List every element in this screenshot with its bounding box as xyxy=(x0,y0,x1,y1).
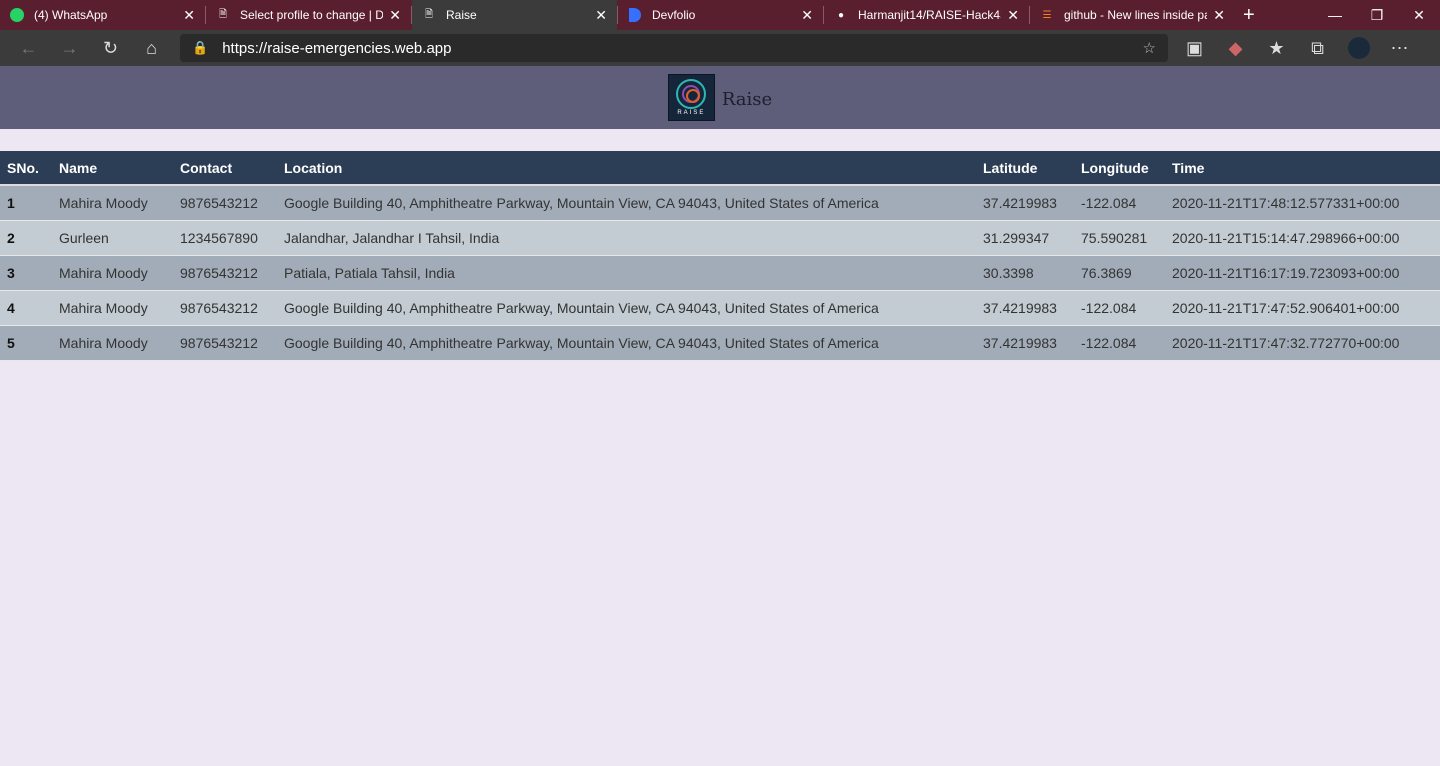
refresh-icon[interactable]: ↻ xyxy=(90,38,131,59)
table-cell-contact: 1234567890 xyxy=(173,220,277,256)
table-cell-time: 2020-11-21T17:47:52.906401+00:00 xyxy=(1165,290,1440,326)
table-cell-name: Mahira Moody xyxy=(52,255,173,291)
github-icon: ● xyxy=(837,9,845,21)
table-cell-time: 2020-11-21T15:14:47.298966+00:00 xyxy=(1165,220,1440,256)
brand-name: Raise xyxy=(721,89,773,110)
table-cell-location: Jalandhar, Jalandhar I Tahsil, India xyxy=(277,220,976,256)
table-cell-sno: 3 xyxy=(0,255,52,291)
table-cell-sno: 1 xyxy=(0,185,52,221)
table-cell-latitude: 31.299347 xyxy=(976,220,1074,256)
table-cell-location: Google Building 40, Amphitheatre Parkway… xyxy=(277,325,976,361)
more-icon[interactable]: ⋯ xyxy=(1379,38,1420,59)
table-cell-contact: 9876543212 xyxy=(173,325,277,361)
favorites-icon[interactable]: ★ xyxy=(1256,38,1297,59)
whatsapp-icon xyxy=(10,8,24,22)
table-cell-longitude: -122.084 xyxy=(1074,290,1165,326)
table-cell-time: 2020-11-21T17:47:32.772770+00:00 xyxy=(1165,325,1440,361)
column-header: Longitude xyxy=(1074,151,1165,186)
table-cell-name: Mahira Moody xyxy=(52,290,173,326)
column-header: Latitude xyxy=(976,151,1074,186)
browser-tab[interactable]: 🗎 Raise ✕ xyxy=(412,0,617,30)
raise-logo: RAISE xyxy=(667,74,715,121)
tab-title: Devfolio xyxy=(652,8,696,22)
browser-tab[interactable]: ● Harmanjit14/RAISE-Hack4Sh ✕ xyxy=(824,0,1029,30)
table-cell-contact: 9876543212 xyxy=(173,185,277,221)
table-cell-location: Patiala, Patiala Tahsil, India xyxy=(277,255,976,291)
column-header: SNo. xyxy=(0,151,52,186)
table-cell-latitude: 37.4219983 xyxy=(976,290,1074,326)
page-icon: 🗎 xyxy=(424,8,434,20)
tab-title: Select profile to change | Dja xyxy=(240,8,384,22)
table-cell-time: 2020-11-21T17:48:12.577331+00:00 xyxy=(1165,185,1440,221)
browser-tab[interactable]: ☰ github - New lines inside par ✕ xyxy=(1030,0,1235,30)
column-header: Time xyxy=(1165,151,1440,186)
collections-icon[interactable]: ⧉ xyxy=(1297,38,1338,59)
table-cell-latitude: 30.3398 xyxy=(976,255,1074,291)
column-header: Contact xyxy=(173,151,277,186)
table-row: 5 Mahira Moody 9876543212 Google Building 4… xyxy=(0,325,1440,361)
close-tab-icon[interactable]: ✕ xyxy=(1007,7,1019,24)
table-cell-longitude: 76.3869 xyxy=(1074,255,1165,291)
table-row: 2 Gurleen 1234567890 Jalandhar, Jalandhar I… xyxy=(0,220,1440,256)
tab-title: Harmanjit14/RAISE-Hack4Sh xyxy=(858,8,1002,22)
browser-tab[interactable]: Devfolio ✕ xyxy=(618,0,823,30)
table-row: 4 Mahira Moody 9876543212 Google Building 4… xyxy=(0,290,1440,326)
table-cell-longitude: -122.084 xyxy=(1074,325,1165,361)
devfolio-icon xyxy=(628,8,642,22)
table-cell-location: Google Building 40, Amphitheatre Parkway… xyxy=(277,290,976,326)
stackoverflow-icon: ☰ xyxy=(1042,9,1052,21)
table-cell-name: Mahira Moody xyxy=(52,185,173,221)
emergencies-table: SNo. Name Contact Location Latitude Longitude… xyxy=(0,151,1440,361)
tab-title: Raise xyxy=(446,8,477,22)
table-cell-contact: 9876543212 xyxy=(173,255,277,291)
close-tab-icon[interactable]: ✕ xyxy=(389,7,401,24)
column-header: Location xyxy=(277,151,976,186)
table-cell-sno: 2 xyxy=(0,220,52,256)
favorite-star-icon[interactable]: ☆ xyxy=(1143,39,1156,57)
address-bar[interactable]: 🔒 https://raise-emergencies.web.app ☆ xyxy=(180,34,1168,62)
site-header: RAISE Raise xyxy=(0,66,1440,129)
tab-title: (4) WhatsApp xyxy=(34,8,108,22)
close-tab-icon[interactable]: ✕ xyxy=(183,7,195,24)
close-tab-icon[interactable]: ✕ xyxy=(595,7,607,24)
new-tab-button[interactable]: + xyxy=(1243,4,1255,27)
table-cell-longitude: -122.084 xyxy=(1074,185,1165,221)
immersive-reader-icon[interactable]: ▣ xyxy=(1174,38,1215,59)
tab-bar: (4) WhatsApp ✕ 🗎 Select profile to change |… xyxy=(0,0,1440,30)
table-cell-sno: 5 xyxy=(0,325,52,361)
table-cell-latitude: 37.4219983 xyxy=(976,325,1074,361)
close-window-icon[interactable]: ✕ xyxy=(1398,0,1440,30)
url-text[interactable]: https://raise-emergencies.web.app xyxy=(222,40,1142,57)
close-tab-icon[interactable]: ✕ xyxy=(801,7,813,24)
forward-icon[interactable]: → xyxy=(49,38,90,59)
back-icon[interactable]: ← xyxy=(8,38,49,59)
table-cell-time: 2020-11-21T16:17:19.723093+00:00 xyxy=(1165,255,1440,291)
restore-icon[interactable]: ❐ xyxy=(1356,0,1398,30)
home-icon[interactable]: ⌂ xyxy=(131,38,172,59)
lock-icon: 🔒 xyxy=(192,40,209,55)
close-tab-icon[interactable]: ✕ xyxy=(1213,7,1225,24)
table-cell-location: Google Building 40, Amphitheatre Parkway… xyxy=(277,185,976,221)
table-cell-name: Gurleen xyxy=(52,220,173,256)
column-header: Name xyxy=(52,151,173,186)
minimize-icon[interactable]: — xyxy=(1314,0,1356,30)
table-cell-longitude: 75.590281 xyxy=(1074,220,1165,256)
extension-icon[interactable]: ◆ xyxy=(1215,38,1256,59)
table-cell-name: Mahira Moody xyxy=(52,325,173,361)
table-row: 3 Mahira Moody 9876543212 Patiala, Patiala … xyxy=(0,255,1440,291)
profile-avatar[interactable] xyxy=(1338,37,1379,60)
tab-title: github - New lines inside par xyxy=(1064,8,1208,22)
browser-tab[interactable]: 🗎 Select profile to change | Dja ✕ xyxy=(206,0,411,30)
table-cell-sno: 4 xyxy=(0,290,52,326)
table-row: 1 Mahira Moody 9876543212 Google Building 4… xyxy=(0,185,1440,221)
browser-toolbar: ← → ↻ ⌂ 🔒 https://raise-emergencies.web.… xyxy=(0,30,1440,66)
table-cell-latitude: 37.4219983 xyxy=(976,185,1074,221)
page-icon: 🗎 xyxy=(218,8,228,20)
table-cell-contact: 9876543212 xyxy=(173,290,277,326)
browser-tab[interactable]: (4) WhatsApp ✕ xyxy=(0,0,205,30)
